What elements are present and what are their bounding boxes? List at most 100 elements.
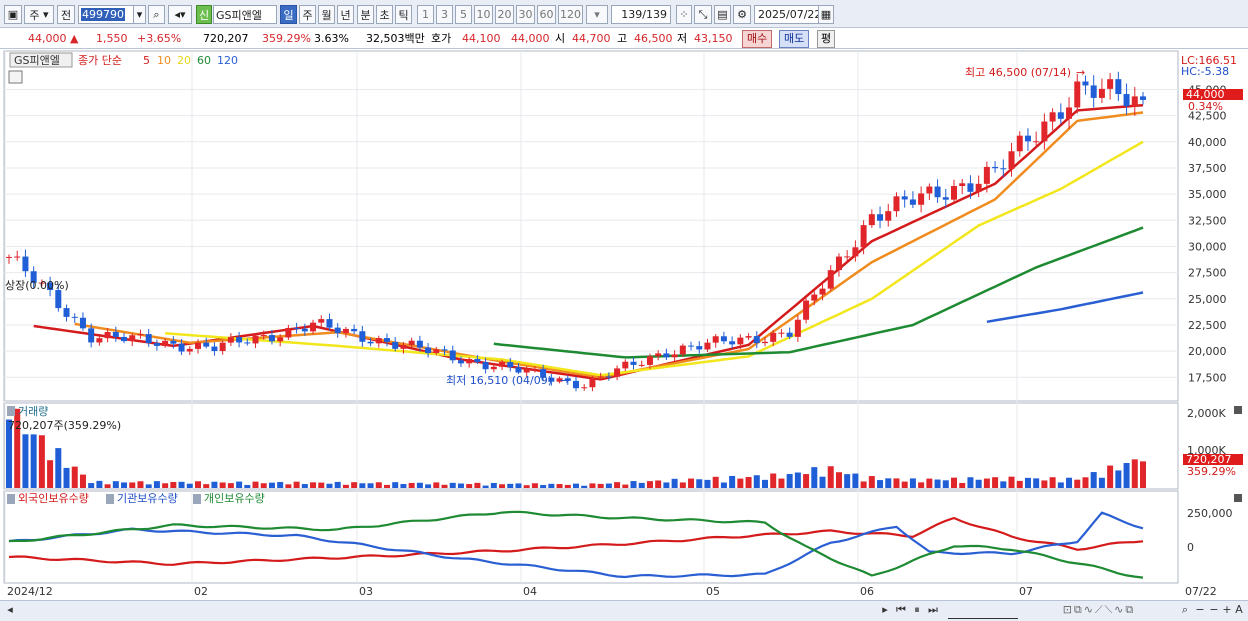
volume-bar — [326, 483, 333, 488]
zoom-search-icon[interactable]: ⌕ — [1178, 603, 1192, 619]
interval-5[interactable]: 5 — [455, 5, 472, 24]
volume-bar — [301, 484, 308, 488]
period-month[interactable]: 월 — [318, 5, 335, 24]
calendar-icon[interactable]: ▦ — [818, 5, 834, 24]
candle-body — [720, 336, 727, 342]
play-icon[interactable]: ▸ — [878, 603, 892, 619]
candle-body — [589, 377, 596, 388]
stock-name-field[interactable]: GS피앤엘 — [213, 5, 277, 24]
interval-60[interactable]: 60 — [537, 5, 556, 24]
drawing-tools-icon[interactable]: ⊡⧉∿⟋⟍∿⧉ — [1024, 603, 1174, 619]
institution-holdings-label: 기관보유수량 — [117, 492, 178, 505]
volume-bar — [285, 484, 292, 488]
interval-1[interactable]: 1 — [417, 5, 434, 24]
code-dropdown-icon[interactable]: ▾ — [133, 5, 146, 24]
sound-icon[interactable]: ◂▾ — [168, 5, 192, 24]
zoom-out-alt-icon[interactable]: − — [1208, 603, 1220, 619]
period-second[interactable]: 초 — [376, 5, 393, 24]
bar-count: 139 — [621, 8, 643, 21]
volume-bar — [474, 482, 481, 488]
period-tick[interactable]: 틱 — [395, 5, 412, 24]
buy-button[interactable]: 매수 — [742, 30, 773, 48]
candle-body — [655, 353, 662, 357]
save-icon[interactable]: ▤ — [714, 5, 731, 24]
interval-dropdown-icon[interactable]: ▾ — [586, 5, 608, 24]
institution-legend-icon — [106, 494, 114, 504]
interval-120[interactable]: 120 — [558, 5, 583, 24]
interval-20[interactable]: 20 — [495, 5, 514, 24]
fast-forward-icon[interactable]: ⏭ — [926, 603, 940, 619]
period-minute[interactable]: 분 — [357, 5, 374, 24]
candle-body — [663, 353, 670, 358]
volume-bar — [499, 484, 506, 488]
pause-icon[interactable]: ⏸ — [910, 603, 924, 619]
candle-body — [688, 345, 695, 347]
period-year[interactable]: 년 — [337, 5, 354, 24]
volume-bar — [1115, 470, 1122, 488]
candle-body — [827, 270, 834, 289]
candle-body — [835, 256, 842, 271]
interval-30[interactable]: 30 — [516, 5, 535, 24]
candle-body — [129, 335, 136, 342]
holdings-tick-250000: 250,000 — [1187, 507, 1233, 520]
candle-body — [762, 341, 768, 344]
listing-annotation: 상장(0.00%) — [5, 279, 69, 292]
price-tick-label: 20,000 — [1188, 345, 1227, 358]
holdings-close-icon[interactable] — [1234, 494, 1242, 502]
candle-body — [844, 256, 851, 258]
zoom-in-icon[interactable]: + — [1221, 603, 1233, 619]
high-arrow-icon: → — [1076, 66, 1085, 79]
interval-10[interactable]: 10 — [474, 5, 493, 24]
rewind-icon[interactable]: ⏮ — [894, 603, 908, 619]
volume-bar — [827, 466, 834, 488]
scroll-left-icon[interactable]: ◂ — [4, 603, 16, 619]
period-week[interactable]: 주 — [299, 5, 316, 24]
candle-body — [794, 319, 801, 337]
table-view-icon[interactable] — [8, 70, 23, 84]
zoom-slider[interactable] — [948, 603, 1018, 619]
sell-button[interactable]: 매도 — [779, 30, 810, 48]
volume-close-icon[interactable] — [1234, 406, 1242, 414]
chart-area[interactable]: GS피앤엘 종가 단순 5 10 20 60 120 최고 46,500 (07… — [0, 49, 1248, 600]
gear-icon[interactable]: ⚙ — [733, 5, 751, 24]
candle-body — [310, 322, 317, 332]
candle-body — [573, 380, 579, 389]
chart-window-icon[interactable]: ▣ — [4, 5, 22, 24]
candle-body — [860, 225, 867, 248]
search-icon[interactable]: ⌕ — [148, 5, 165, 24]
candle-body — [737, 337, 744, 345]
candle-body — [786, 332, 793, 337]
candle-body — [236, 337, 243, 343]
market-select[interactable]: 주 ▾ — [24, 5, 54, 24]
candle-body — [918, 193, 925, 205]
ma-20-label: 20 — [177, 54, 191, 67]
volume-bar — [1082, 477, 1089, 488]
turnover-ratio: 3.63% — [314, 32, 349, 45]
candle-body — [71, 316, 78, 318]
prev-button[interactable]: 전 — [57, 5, 75, 24]
price-tick-label: 22,500 — [1188, 319, 1227, 332]
holdings-panel-icon[interactable] — [7, 494, 15, 504]
volume-bar — [129, 482, 136, 488]
candle-body — [145, 334, 152, 344]
avg-button[interactable]: 평 — [817, 30, 836, 48]
grid-icon[interactable]: ⁘ — [676, 5, 692, 24]
draw-tool-icon[interactable]: ⤡ — [694, 5, 712, 24]
candle-body — [934, 186, 941, 198]
volume-bar — [268, 482, 275, 488]
font-size-icon[interactable]: A — [1233, 603, 1245, 619]
period-day[interactable]: 일 — [280, 5, 297, 24]
volume-bar — [227, 483, 234, 488]
candle-body — [441, 349, 448, 351]
volume-bar — [885, 478, 892, 488]
interval-3[interactable]: 3 — [436, 5, 453, 24]
current-price: 44,000 ▲ — [28, 32, 79, 45]
volume-bar — [942, 480, 949, 488]
price-tick-label: 25,000 — [1188, 293, 1227, 306]
candle-body — [433, 349, 440, 354]
zoom-out-icon[interactable]: − — [1194, 603, 1206, 619]
bar-count-field[interactable]: 139/139 — [611, 5, 671, 24]
candle-body — [121, 336, 128, 342]
volume-bar — [30, 434, 37, 488]
volume-panel-icon[interactable] — [7, 406, 15, 416]
